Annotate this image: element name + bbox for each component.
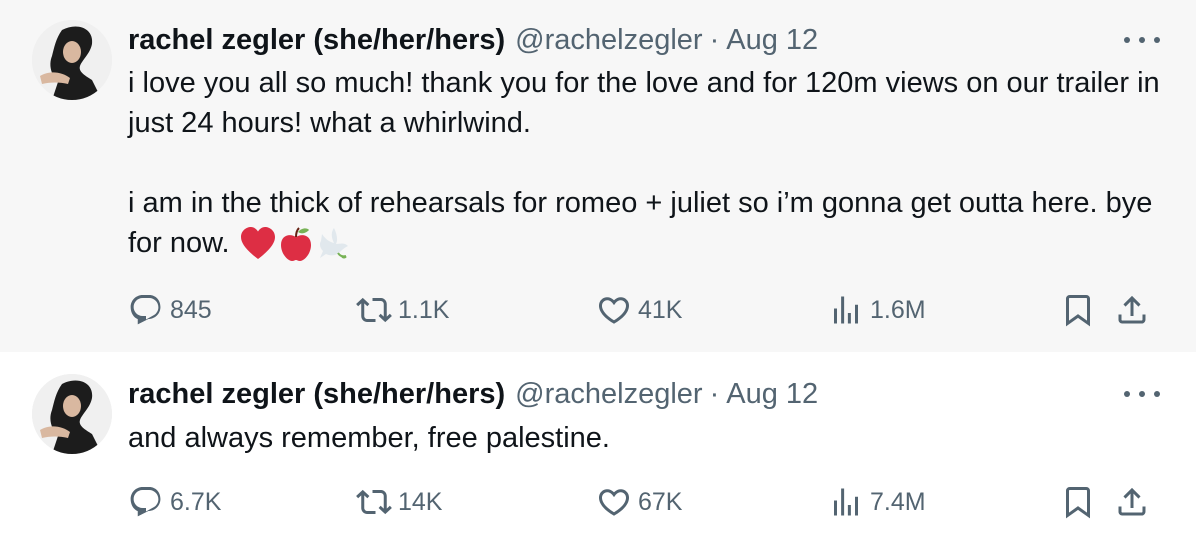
tweet-paragraph: i love you all so much! thank you for th… bbox=[128, 67, 1160, 139]
repost-button[interactable]: 1.1K bbox=[356, 290, 449, 330]
red-apple-icon bbox=[280, 227, 311, 262]
avatar[interactable] bbox=[32, 20, 112, 100]
bookmark-button[interactable] bbox=[1060, 290, 1096, 330]
tweet-2[interactable]: rachel zegler (she/her/hers) @rachelzegl… bbox=[0, 352, 1196, 544]
tweet-text: and always remember, free palestine. bbox=[128, 418, 1168, 458]
tweet-actions: 6.7K 14K 67K 7.4M bbox=[128, 482, 1168, 522]
like-count: 67K bbox=[638, 487, 683, 516]
share-icon bbox=[1118, 487, 1146, 516]
views-count: 1.6M bbox=[870, 295, 926, 324]
tweet-1[interactable]: rachel zegler (she/her/hers) @rachelzegl… bbox=[0, 0, 1196, 352]
heart-icon bbox=[598, 489, 630, 516]
views-icon bbox=[834, 296, 858, 324]
repost-icon bbox=[356, 297, 392, 323]
views-button[interactable]: 1.6M bbox=[828, 290, 926, 330]
dove-icon bbox=[319, 228, 348, 259]
author-handle[interactable]: @rachelzegler bbox=[515, 24, 702, 57]
tweet-date[interactable]: Aug 12 bbox=[726, 378, 818, 411]
views-button[interactable]: 7.4M bbox=[828, 482, 926, 522]
author-name[interactable]: rachel zegler (she/her/hers) bbox=[128, 378, 505, 411]
tweet-text: i love you all so much! thank you for th… bbox=[128, 63, 1168, 263]
reply-icon bbox=[130, 295, 161, 325]
repost-count: 1.1K bbox=[398, 295, 450, 324]
like-button[interactable]: 41K bbox=[596, 290, 682, 330]
separator-dot: · bbox=[709, 377, 720, 410]
reply-button[interactable]: 845 bbox=[128, 290, 212, 330]
bookmark-icon bbox=[1066, 487, 1090, 519]
tweet-date[interactable]: Aug 12 bbox=[726, 24, 818, 57]
views-count: 7.4M bbox=[870, 487, 926, 516]
author-handle[interactable]: @rachelzegler bbox=[515, 378, 702, 411]
reply-icon bbox=[130, 487, 161, 517]
bookmark-icon bbox=[1066, 295, 1090, 327]
like-count: 41K bbox=[638, 295, 683, 324]
repost-icon bbox=[356, 489, 392, 515]
tweet-header: rachel zegler (she/her/hers) @rachelzegl… bbox=[128, 20, 818, 60]
reply-count: 845 bbox=[170, 295, 212, 324]
reply-count: 6.7K bbox=[170, 487, 222, 516]
share-button[interactable] bbox=[1114, 290, 1150, 330]
reply-button[interactable]: 6.7K bbox=[128, 482, 221, 522]
views-icon bbox=[834, 488, 858, 516]
avatar[interactable] bbox=[32, 374, 112, 454]
tweet-paragraph-with-emoji: i am in the thick of rehearsals for rome… bbox=[128, 183, 1168, 263]
bookmark-button[interactable] bbox=[1060, 482, 1096, 522]
more-icon[interactable] bbox=[1124, 30, 1160, 50]
tweet-actions: 845 1.1K 41K 1.6M bbox=[128, 290, 1168, 330]
repost-count: 14K bbox=[398, 487, 443, 516]
red-heart-icon bbox=[240, 227, 275, 260]
share-icon bbox=[1118, 295, 1146, 324]
share-button[interactable] bbox=[1114, 482, 1150, 522]
like-button[interactable]: 67K bbox=[596, 482, 682, 522]
tweet-paragraph: and always remember, free palestine. bbox=[128, 422, 610, 454]
heart-icon bbox=[598, 297, 630, 324]
author-name[interactable]: rachel zegler (she/her/hers) bbox=[128, 24, 505, 57]
tweet-header: rachel zegler (she/her/hers) @rachelzegl… bbox=[128, 374, 818, 414]
more-icon[interactable] bbox=[1124, 384, 1160, 404]
separator-dot: · bbox=[709, 23, 720, 56]
repost-button[interactable]: 14K bbox=[356, 482, 442, 522]
